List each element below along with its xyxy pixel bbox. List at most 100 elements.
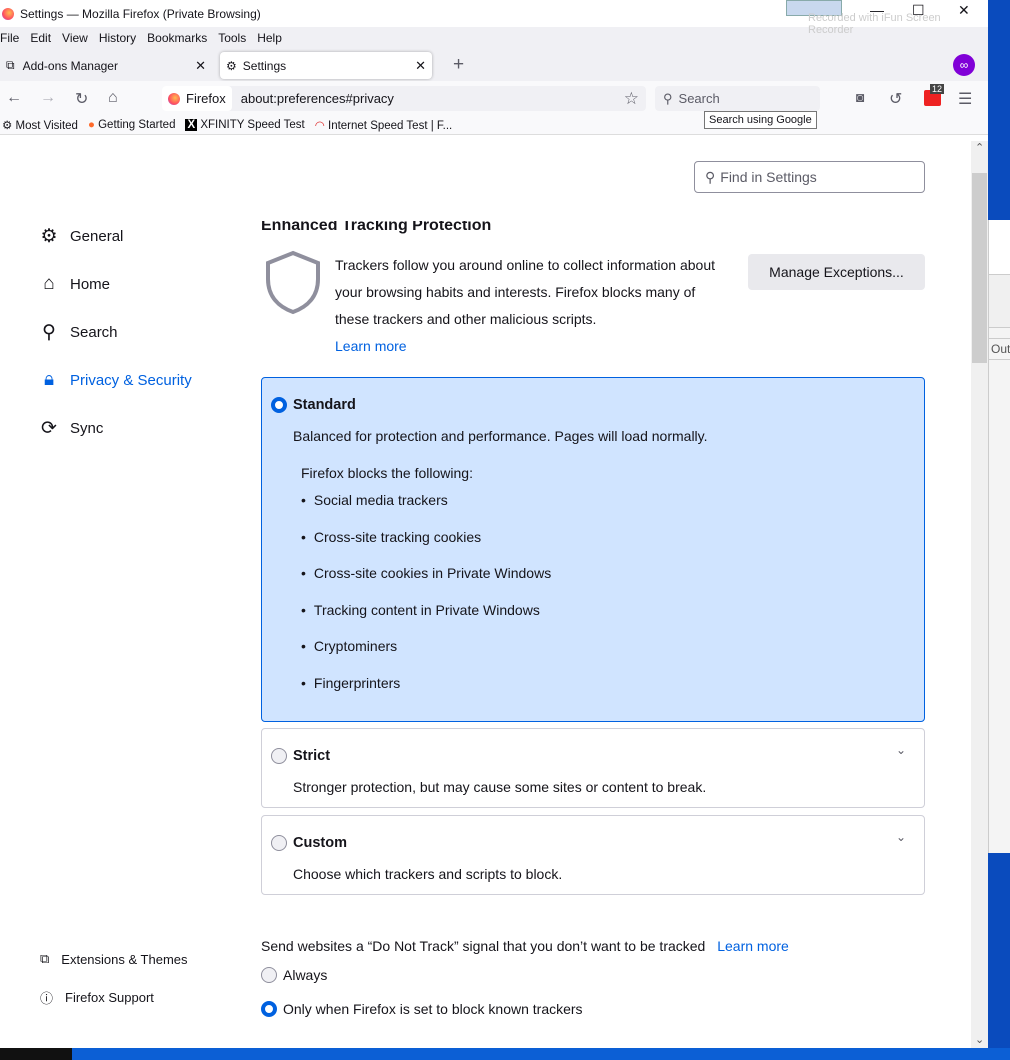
bookmark-speed-test[interactable]: ◠ Internet Speed Test | F... — [315, 118, 453, 132]
dnt-always-radio[interactable] — [261, 967, 277, 983]
chevron-down-icon[interactable]: ⌄ — [896, 743, 906, 757]
custom-option[interactable]: Custom Choose which trackers and scripts… — [261, 815, 925, 895]
category-general[interactable]: ⚙ General — [38, 225, 123, 248]
menu-history[interactable]: History — [99, 31, 136, 45]
blocked-list: Social media trackers Cross-site trackin… — [301, 486, 551, 706]
taskbar — [0, 1048, 1010, 1060]
dnt-always-option[interactable]: Always — [261, 967, 327, 983]
puzzle-icon: ⧉ — [6, 58, 15, 72]
preferences-content: ⚲ Find in Settings ⚙ General ⌂ Home ⚲ Searc… — [0, 141, 970, 1048]
dnt-tracking-option[interactable]: Only when Firefox is set to block known … — [261, 1001, 583, 1017]
search-box[interactable]: ⚲ Search — [655, 86, 820, 111]
category-label: Search — [70, 324, 118, 341]
firefox-logo-icon — [168, 92, 180, 105]
identity-label: Firefox — [186, 91, 226, 106]
identity-box[interactable]: Firefox — [162, 86, 232, 111]
private-browsing-icon: ∞ — [953, 54, 975, 76]
standard-radio[interactable] — [271, 397, 287, 413]
category-privacy[interactable]: 🔒︎ Privacy & Security — [38, 369, 192, 391]
close-tab-icon[interactable]: ✕ — [415, 58, 426, 74]
chevron-down-icon[interactable]: ⌄ — [896, 830, 906, 844]
category-search[interactable]: ⚲ Search — [38, 321, 118, 344]
recorder-watermark: Recorded with iFun Screen Recorder — [808, 12, 941, 36]
menu-file[interactable]: File — [0, 31, 19, 45]
blocked-item: Cross-site tracking cookies — [301, 523, 551, 560]
strict-desc: Stronger protection, but may cause some … — [293, 779, 707, 795]
footer-label: Extensions & Themes — [61, 951, 188, 967]
custom-desc: Choose which trackers and scripts to blo… — [293, 866, 563, 882]
dnt-tracking-radio[interactable] — [261, 1001, 277, 1017]
url-text[interactable]: about:preferences#privacy — [241, 91, 394, 106]
manage-exceptions-button[interactable]: Manage Exceptions... — [748, 254, 925, 290]
extensions-themes-link[interactable]: ⧉ Extensions & Themes — [40, 951, 188, 967]
find-in-settings-input[interactable]: ⚲ Find in Settings — [694, 161, 925, 193]
menu-view[interactable]: View — [62, 31, 88, 45]
title-bar: Settings — Mozilla Firefox (Private Brow… — [0, 0, 988, 36]
extension-badge: 12 — [930, 84, 945, 94]
tab-settings[interactable]: ⚙ Settings ✕ — [220, 52, 432, 79]
close-tab-icon[interactable]: ✕ — [195, 58, 206, 74]
menu-tools[interactable]: Tools — [218, 31, 246, 45]
blocked-item: Tracking content in Private Windows — [301, 596, 551, 633]
strict-title: Strict — [293, 748, 331, 764]
search-icon: ⚲ — [705, 168, 716, 185]
category-label: General — [70, 228, 124, 245]
back-button[interactable]: ← — [6, 89, 22, 107]
lock-icon: 🔒︎ — [43, 369, 55, 390]
custom-title: Custom — [293, 835, 347, 851]
etp-heading: Enhanced Tracking Protection — [261, 217, 492, 234]
shield-icon — [266, 250, 320, 315]
search-icon: ⚲ — [663, 90, 673, 106]
blocks-heading: Firefox blocks the following: — [301, 465, 473, 481]
hamburger-menu-icon[interactable]: ☰ — [958, 89, 972, 109]
scroll-up-icon[interactable]: ⌃ — [975, 141, 984, 154]
standard-title: Standard — [293, 397, 356, 413]
menu-bookmarks[interactable]: Bookmarks — [147, 31, 207, 45]
category-home[interactable]: ⌂ Home — [38, 273, 110, 295]
category-label: Home — [70, 275, 111, 293]
search-placeholder: Search — [678, 91, 720, 106]
etp-learn-more-link[interactable]: Learn more — [335, 338, 407, 354]
category-sync[interactable]: ⟳ Sync — [38, 417, 103, 440]
category-label: Privacy & Security — [70, 371, 192, 389]
new-tab-button[interactable]: + — [453, 54, 464, 76]
dnt-label: Send websites a “Do Not Track” signal th… — [261, 938, 789, 954]
bookmark-most-visited[interactable]: ⚙ Most Visited — [2, 118, 78, 132]
home-icon: ⌂ — [43, 273, 55, 294]
etp-description: Trackers follow you around online to col… — [335, 252, 720, 360]
search-icon: ⚲ — [42, 322, 56, 343]
gear-icon: ⚙ — [226, 58, 237, 73]
dnt-learn-more-link[interactable]: Learn more — [717, 938, 789, 954]
blocked-item: Cryptominers — [301, 632, 551, 669]
search-tooltip: Search using Google — [704, 111, 817, 129]
pocket-icon[interactable]: ◙ — [856, 89, 864, 105]
tab-label: Add-ons Manager — [22, 58, 118, 73]
forward-button[interactable]: → — [40, 89, 56, 107]
puzzle-icon: ⧉ — [40, 951, 50, 966]
bookmark-getting-started[interactable]: ● Getting Started — [88, 119, 176, 131]
vertical-scrollbar[interactable]: ⌃ ⌄ — [971, 141, 988, 1048]
footer-label: Firefox Support — [65, 990, 154, 1005]
blocked-item: Fingerprinters — [301, 669, 551, 706]
bookmark-xfinity[interactable]: X XFINITY Speed Test — [185, 118, 305, 131]
strict-radio[interactable] — [271, 748, 287, 764]
gear-icon: ⚙ — [40, 226, 58, 247]
standard-option[interactable]: Standard Balanced for protection and per… — [261, 377, 925, 722]
bookmark-star-icon[interactable]: ☆ — [624, 89, 639, 109]
scrollbar-thumb[interactable] — [972, 173, 987, 363]
menu-help[interactable]: Help — [257, 31, 282, 45]
category-label: Sync — [70, 420, 104, 437]
history-icon[interactable]: ↺ — [889, 89, 902, 109]
dnt-text: Send websites a “Do Not Track” signal th… — [261, 938, 706, 954]
scroll-down-icon[interactable]: ⌄ — [975, 1033, 984, 1046]
custom-radio[interactable] — [271, 835, 287, 851]
menu-edit[interactable]: Edit — [30, 31, 51, 45]
url-bar[interactable]: Firefox about:preferences#privacy ☆ — [162, 86, 646, 111]
dnt-tracking-label: Only when Firefox is set to block known … — [283, 1001, 583, 1017]
standard-desc: Balanced for protection and performance.… — [293, 428, 708, 444]
reload-button[interactable]: ↻ — [75, 89, 88, 109]
firefox-support-link[interactable]: ⓘ Firefox Support — [40, 988, 154, 1007]
tab-addons-manager[interactable]: ⧉ Add-ons Manager ✕ — [0, 52, 212, 79]
strict-option[interactable]: Strict Stronger protection, but may caus… — [261, 728, 925, 808]
home-button[interactable]: ⌂ — [108, 89, 118, 107]
